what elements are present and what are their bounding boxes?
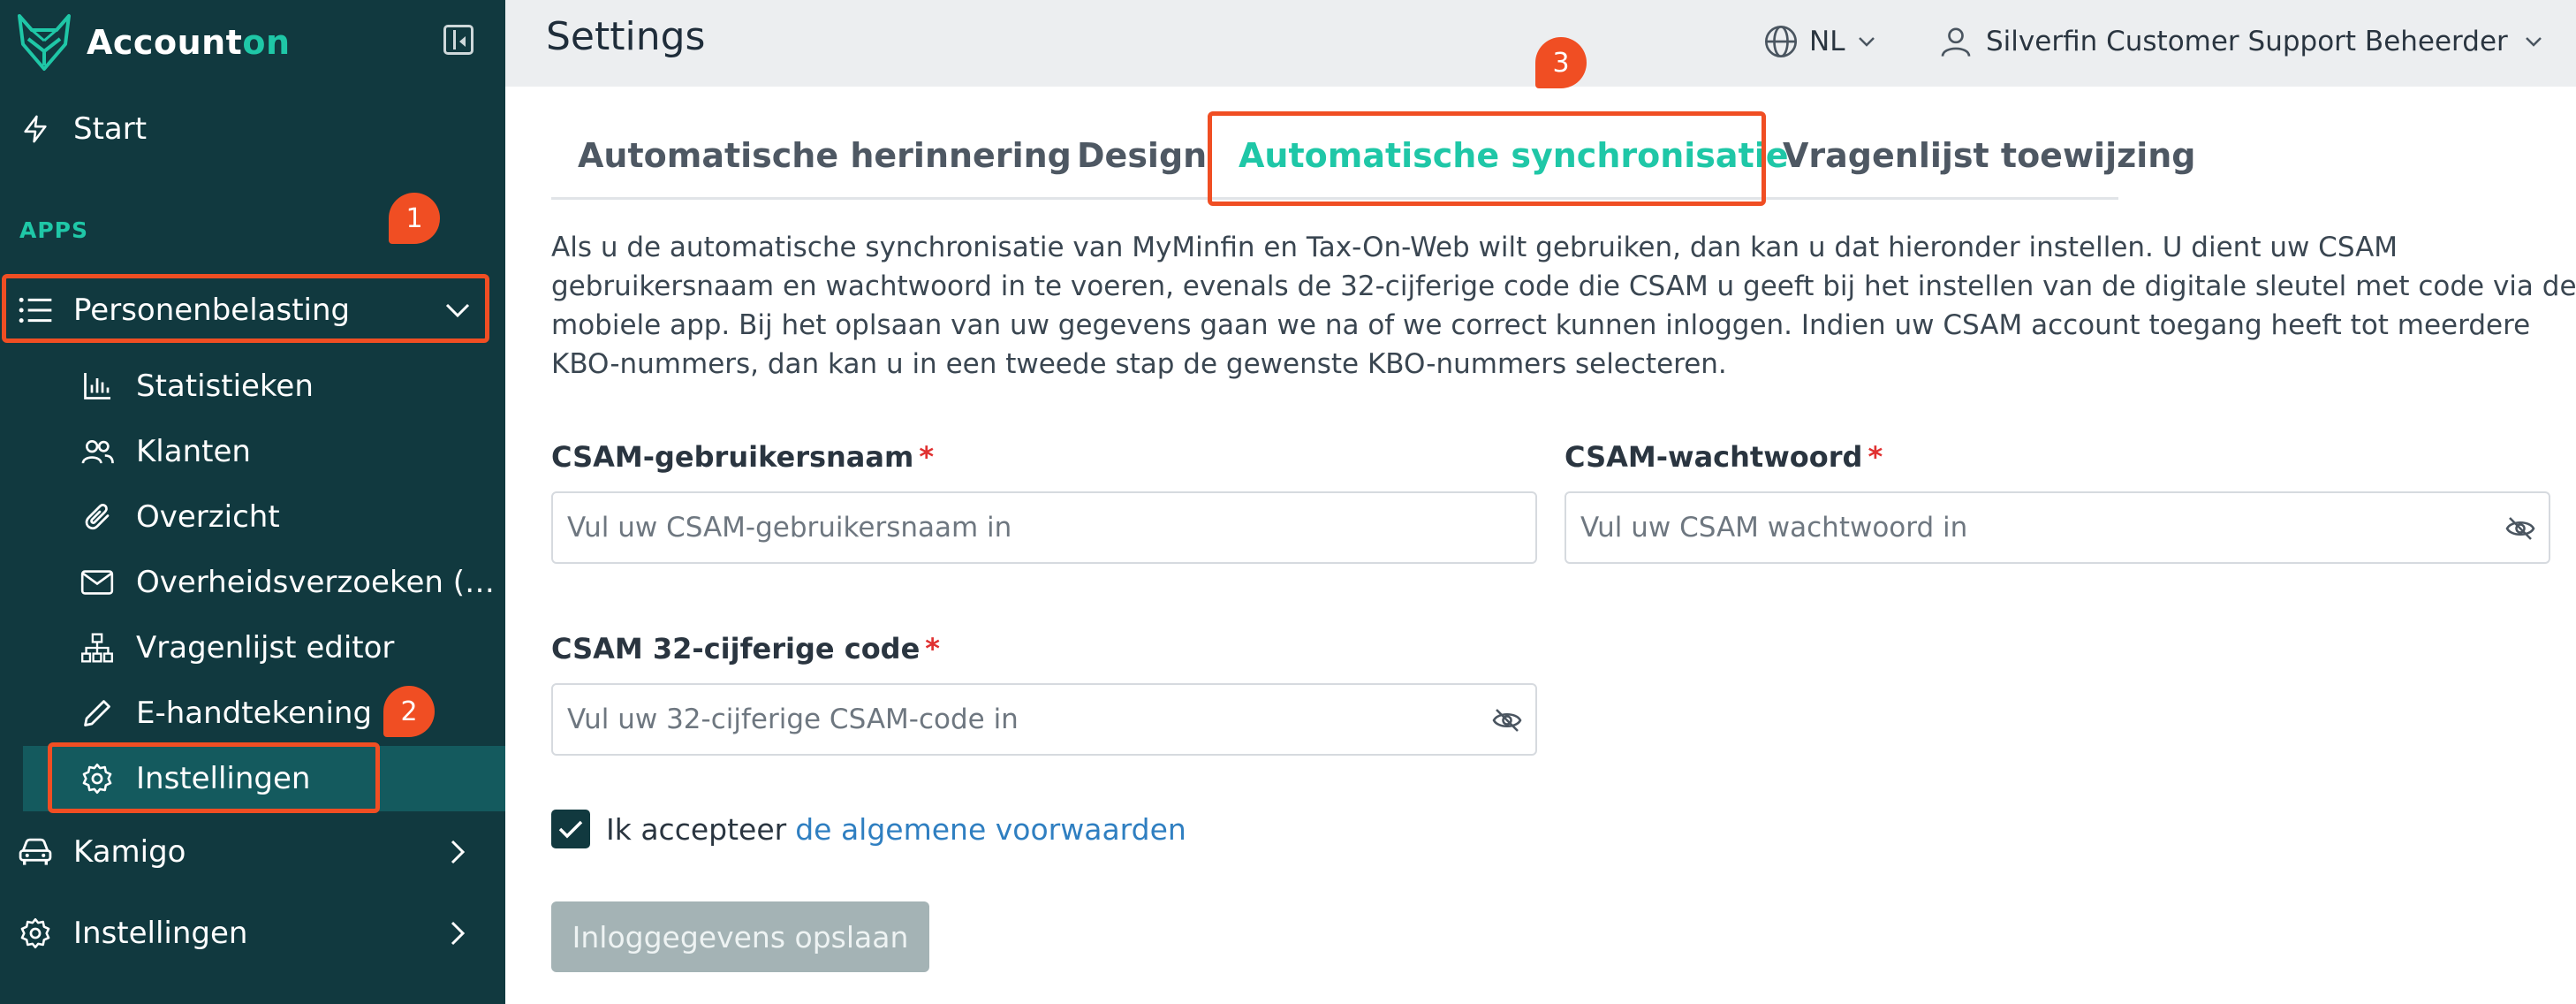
lightning-icon (18, 111, 53, 147)
sidebar-subitem-label: Klanten (136, 434, 251, 469)
eye-off-icon[interactable] (1491, 704, 1523, 736)
apps-section-label: APPS (19, 217, 88, 243)
sidebar-subitem-statistieken[interactable]: Statistieken (0, 354, 505, 419)
sitemap-icon (80, 630, 115, 666)
code-field[interactable] (551, 683, 1537, 756)
gear-icon (18, 916, 53, 951)
tab-vragenlijst-toewijzing[interactable]: Vragenlijst toewijzing (1783, 113, 2196, 198)
sidebar-subitem-overheidsverzoeken[interactable]: Overheidsverzoeken (… (0, 550, 505, 615)
car-icon (18, 834, 53, 870)
user-icon (1941, 27, 1971, 57)
sidebar-item-kamigo[interactable]: Kamigo (0, 821, 505, 883)
chevron-right-icon (442, 917, 474, 949)
sidebar-subitem-label: Statistieken (136, 369, 314, 404)
sidebar-subitem-label: Instellingen (136, 761, 311, 796)
sidebar-collapse-icon[interactable] (443, 25, 474, 55)
chevron-down-icon (442, 294, 474, 326)
user-name: Silverfin Customer Support Beheerder (1986, 26, 2508, 57)
terms-link[interactable]: de algemene voorwaarden (795, 812, 1186, 847)
globe-icon (1765, 26, 1797, 57)
sidebar-item-label: Kamigo (73, 834, 186, 870)
sidebar-subitem-label: Overzicht (136, 499, 280, 535)
sidebar: Accounton Start APPS Personenbelasting 1… (0, 0, 505, 1004)
tab-automatische-synchronisatie[interactable]: Automatische synchronisatie (1239, 113, 1789, 198)
annotation-marker-1: 1 (389, 193, 440, 244)
chevron-down-icon (2525, 37, 2542, 47)
username-input[interactable] (553, 493, 1437, 562)
sidebar-subitem-klanten[interactable]: Klanten (0, 419, 505, 484)
app-name: Accounton (87, 23, 291, 62)
sidebar-item-personenbelasting[interactable]: Personenbelasting (0, 279, 505, 341)
fox-logo-icon (18, 14, 71, 71)
settings-tabs: Automatische herinnering Design Automati… (551, 113, 2196, 200)
chevron-down-icon (1859, 37, 1875, 47)
sidebar-subitem-instellingen[interactable]: Instellingen (23, 746, 505, 811)
settings-main: Automatische herinnering Design Automati… (505, 37, 2576, 1004)
user-menu[interactable]: Silverfin Customer Support Beheerder (1938, 19, 2543, 64)
eye-off-icon[interactable] (2504, 513, 2536, 544)
sidebar-subitem-label: Overheidsverzoeken (… (136, 565, 495, 600)
sidebar-subitem-label: E-handtekening (136, 696, 373, 731)
sidebar-subitem-label: Vragenlijst editor (136, 630, 395, 666)
page-title: Settings (546, 14, 706, 59)
username-field[interactable] (551, 491, 1537, 564)
sidebar-item-instellingen[interactable]: Instellingen (0, 902, 505, 964)
sync-description: Als u de automatische synchronisatie van… (551, 232, 2576, 380)
annotation-marker-3: 3 (1535, 37, 1587, 88)
language-selector[interactable]: NL (1763, 19, 1876, 64)
sidebar-subitem-overzicht[interactable]: Overzicht (0, 484, 505, 550)
accept-terms-checkbox[interactable] (551, 810, 590, 848)
code-input[interactable] (553, 685, 1437, 754)
password-input[interactable] (1566, 493, 2451, 562)
password-label: CSAM-wachtwoord * (1565, 440, 1883, 474)
bar-chart-icon (80, 369, 115, 404)
sidebar-subitem-vragenlijst-editor[interactable]: Vragenlijst editor (0, 615, 505, 681)
pen-icon (80, 696, 115, 731)
sidebar-item-label: Instellingen (73, 916, 248, 951)
sidebar-item-start[interactable]: Start (0, 98, 505, 160)
annotation-marker-2: 2 (383, 686, 435, 737)
password-field[interactable] (1565, 491, 2550, 564)
paperclip-icon (80, 499, 115, 535)
language-label: NL (1809, 26, 1845, 57)
username-label: CSAM-gebruikersnaam * (551, 440, 935, 474)
mail-icon (80, 565, 115, 600)
sidebar-item-label: Personenbelasting (73, 293, 351, 328)
chevron-right-icon (442, 836, 474, 868)
tab-automatische-herinnering[interactable]: Automatische herinnering (578, 113, 1072, 198)
checkmark-icon (558, 820, 583, 839)
list-icon (18, 293, 53, 328)
sidebar-item-label: Start (73, 111, 148, 147)
tab-design[interactable]: Design (1077, 113, 1207, 198)
users-icon (80, 434, 115, 469)
gear-icon (80, 761, 115, 796)
save-credentials-button[interactable]: Inloggegevens opslaan (551, 901, 929, 972)
accept-terms-label: Ik accepteer de algemene voorwaarden (606, 811, 1186, 847)
code-label: CSAM 32-cijferige code * (551, 632, 941, 666)
app-logo[interactable]: Accounton (12, 7, 291, 78)
